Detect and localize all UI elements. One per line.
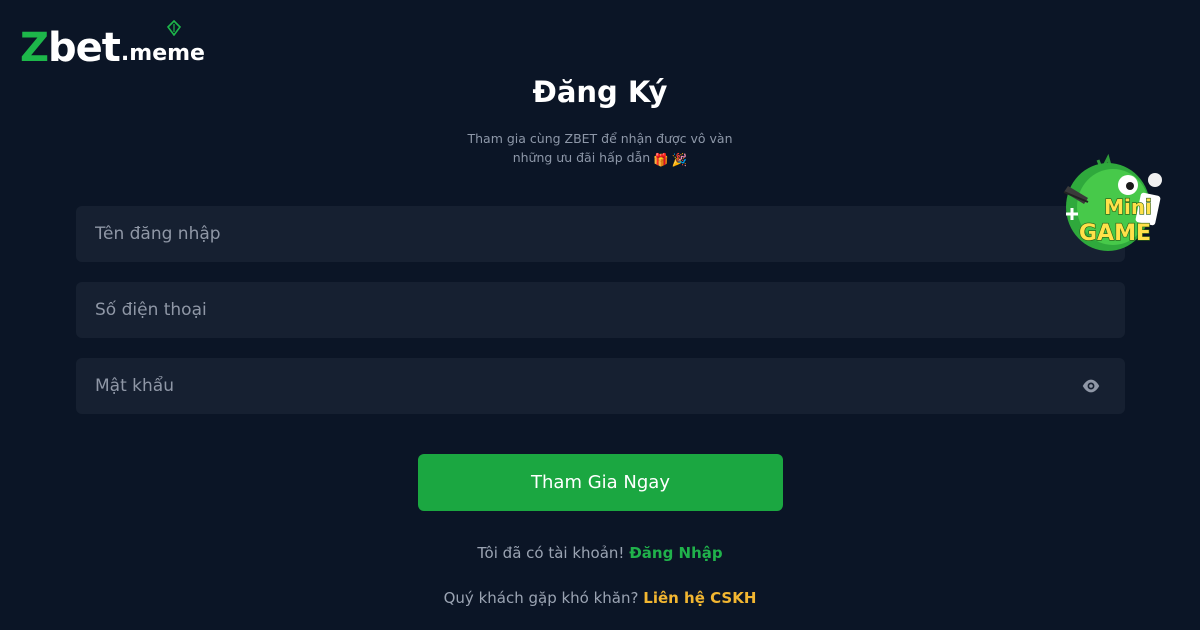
logo-suffix: .meme (120, 41, 205, 66)
minigame-label-mini: Mini (1104, 195, 1152, 219)
eye-icon[interactable] (1082, 377, 1100, 395)
page-subtitle: Tham gia cùng ZBET để nhận được vô vàn n… (450, 129, 750, 169)
gift-icon: 🎁 (653, 152, 669, 167)
phone-input[interactable] (76, 282, 1125, 338)
subtitle-line-2-text: những ưu đãi hấp dẫn (512, 150, 651, 165)
join-now-button[interactable]: Tham Gia Ngay (418, 454, 783, 511)
have-account-text: Tôi đã có tài khoản! (477, 544, 625, 562)
subtitle-line-2: những ưu đãi hấp dẫn 🎁 🎉 (450, 148, 750, 169)
phone-field (76, 282, 1125, 338)
login-link[interactable]: Đăng Nhập (629, 544, 722, 562)
logo-bet: bet (48, 25, 121, 71)
support-line: Quý khách gặp khó khăn? Liên hệ CSKH (0, 588, 1200, 608)
username-input[interactable] (76, 206, 1125, 262)
minigame-icon[interactable]: Mini GAME (1058, 152, 1168, 262)
logo-z: Z (20, 25, 49, 71)
have-account-line: Tôi đã có tài khoản! Đăng Nhập (0, 543, 1200, 563)
username-field (76, 206, 1125, 262)
minigame-label-game: GAME (1079, 221, 1151, 246)
leaf-icon (166, 20, 182, 36)
subtitle-line-1: Tham gia cùng ZBET để nhận được vô vàn (467, 131, 733, 146)
support-link[interactable]: Liên hệ CSKH (643, 589, 756, 607)
difficulty-text: Quý khách gặp khó khăn? (443, 589, 639, 607)
logo-wordmark: Zbet (20, 25, 121, 71)
password-field (76, 358, 1125, 414)
party-popper-icon: 🎉 (671, 152, 688, 167)
password-input[interactable] (76, 358, 1125, 414)
site-logo[interactable]: Zbet .meme (20, 18, 205, 68)
page-title: Đăng Ký (532, 75, 668, 109)
